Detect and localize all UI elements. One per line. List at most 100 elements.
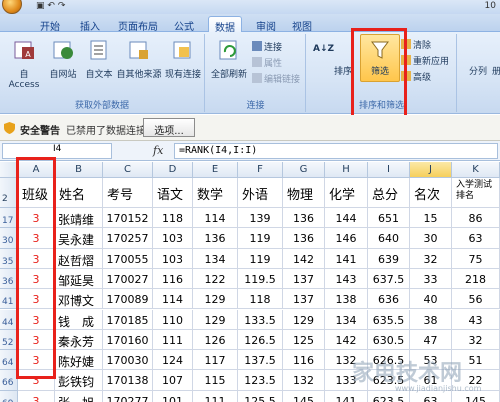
column-header-c[interactable]: C [103,162,153,178]
table-cell[interactable]: 136 [193,228,238,249]
column-header-h[interactable]: H [325,162,368,178]
table-cell[interactable]: 170152 [103,208,153,229]
table-cell[interactable]: 125.5 [238,390,283,402]
column-header-e[interactable]: E [193,162,238,178]
column-header-j[interactable]: J [410,162,452,178]
table-cell[interactable]: 170027 [103,268,153,290]
tab-review[interactable]: 审阅 [250,16,282,33]
header-cell[interactable]: 总分 [368,178,410,208]
table-cell[interactable]: 144 [325,208,368,229]
table-cell[interactable]: 129 [193,289,238,310]
table-cell[interactable]: 142 [283,248,325,269]
save-icon[interactable]: ▣ [36,1,45,11]
table-cell[interactable]: 134 [193,248,238,269]
table-cell[interactable]: 116 [153,268,193,290]
table-cell[interactable]: 636 [368,289,410,310]
table-cell[interactable]: 116 [283,350,325,371]
column-header-d[interactable]: D [153,162,193,178]
table-cell[interactable]: 123.5 [238,370,283,391]
name-cell[interactable]: 秦永芳 [55,329,103,351]
table-cell[interactable]: 141 [325,248,368,269]
name-cell[interactable]: 钱 成 [55,309,103,330]
table-cell[interactable]: 118 [238,289,283,310]
from-text-button[interactable]: 自文本 [82,38,116,80]
redo-icon[interactable]: ↷ [58,1,66,11]
column-header-i[interactable]: I [368,162,410,178]
name-cell[interactable]: 吴永建 [55,228,103,249]
name-cell[interactable]: 陈好婕 [55,350,103,371]
quick-access-toolbar[interactable]: ▣ ↶ ↷ [36,1,65,11]
name-cell[interactable]: 邓博文 [55,289,103,310]
table-cell[interactable]: 75 [452,248,500,269]
existing-connections-button[interactable]: 现有连接 [163,38,203,80]
name-cell[interactable]: 赵哲熠 [55,248,103,269]
table-cell[interactable]: 119 [238,248,283,269]
from-web-button[interactable]: 自网站 [46,38,80,80]
table-cell[interactable]: 117 [193,350,238,371]
column-header-b[interactable]: B [55,162,103,178]
tab-view[interactable]: 视图 [286,16,318,33]
tab-page-layout[interactable]: 页面布局 [112,16,164,33]
table-cell[interactable]: 170277 [103,390,153,402]
table-cell[interactable]: 56 [452,289,500,310]
table-cell[interactable]: 137 [283,289,325,310]
table-cell[interactable]: 111 [153,329,193,351]
table-cell[interactable]: 111 [193,390,238,402]
table-cell[interactable]: 136 [283,228,325,249]
header-cell[interactable]: 数学 [193,178,238,208]
table-cell[interactable]: 118 [153,208,193,229]
header-cell[interactable]: 入学测试排名 [452,178,500,208]
table-cell[interactable]: 145 [283,390,325,402]
connections-button[interactable]: 连接 [252,40,282,53]
header-cell[interactable]: 化学 [325,178,368,208]
table-cell[interactable]: 170257 [103,228,153,249]
table-cell[interactable]: 38 [410,309,452,330]
table-cell[interactable]: 86 [452,208,500,229]
filter-button[interactable]: 筛选 [360,34,400,82]
header-cell[interactable]: 名次 [410,178,452,208]
properties-button[interactable]: 属性 [252,56,282,69]
table-cell[interactable]: 124 [153,350,193,371]
header-cell[interactable]: 考号 [103,178,153,208]
reapply-button[interactable]: 重新应用 [401,54,449,67]
column-header-f[interactable]: F [238,162,283,178]
column-header-g[interactable]: G [283,162,325,178]
table-cell[interactable]: 142 [325,329,368,351]
from-access-button[interactable]: A 自 Access [4,38,44,90]
tab-formulas[interactable]: 公式 [168,16,200,33]
table-cell[interactable]: 115 [193,370,238,391]
tab-data[interactable]: 数据 [208,16,242,34]
undo-icon[interactable]: ↶ [47,1,55,11]
table-cell[interactable]: 63 [452,228,500,249]
table-cell[interactable]: 651 [368,208,410,229]
tab-insert[interactable]: 插入 [74,16,106,33]
sort-az-button[interactable]: A↓Z [313,44,334,54]
tab-home[interactable]: 开始 [34,16,66,33]
office-button[interactable] [2,0,22,14]
row-header[interactable]: 69 [0,390,18,402]
table-cell[interactable]: 43 [452,309,500,330]
remove-duplicates-button[interactable]: 册 [492,64,500,77]
table-cell[interactable]: 47 [410,329,452,351]
table-cell[interactable]: 103 [153,228,193,249]
table-cell[interactable]: 30 [410,228,452,249]
table-cell[interactable]: 170160 [103,329,153,351]
name-cell[interactable]: 张 旭 [55,390,103,402]
table-cell[interactable]: 170138 [103,370,153,391]
header-cell[interactable]: 外语 [238,178,283,208]
table-cell[interactable]: 137.5 [238,350,283,371]
table-cell[interactable]: 122 [193,268,238,290]
table-cell[interactable]: 133.5 [238,309,283,330]
table-cell[interactable]: 103 [153,248,193,269]
table-cell[interactable]: 126.5 [238,329,283,351]
table-cell[interactable]: 114 [153,289,193,310]
table-cell[interactable]: 32 [452,329,500,351]
table-cell[interactable]: 639 [368,248,410,269]
table-cell[interactable]: 125 [283,329,325,351]
table-cell[interactable]: 637.5 [368,268,410,290]
from-other-sources-button[interactable]: 自其他来源 [116,38,162,80]
table-cell[interactable]: 137 [283,268,325,290]
table-cell[interactable]: 33 [410,268,452,290]
table-cell[interactable]: 139 [238,208,283,229]
table-cell[interactable]: 143 [325,268,368,290]
